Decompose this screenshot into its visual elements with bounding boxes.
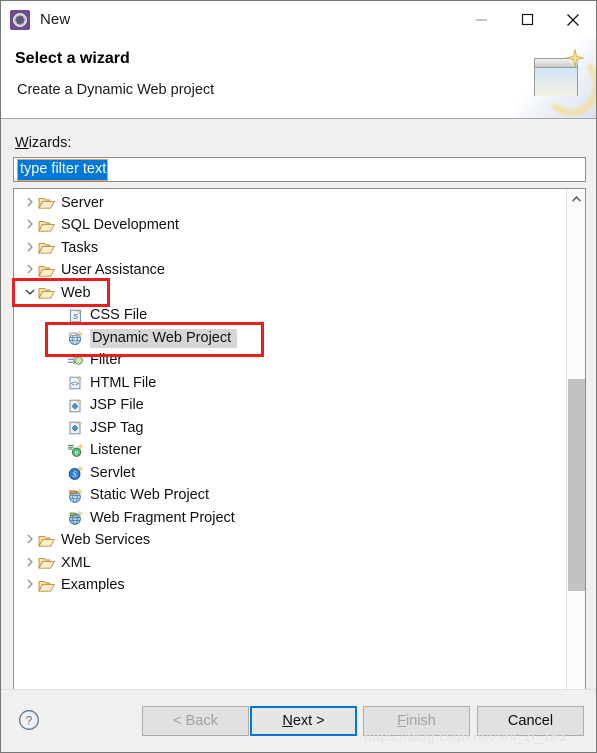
cancel-button-label: Cancel xyxy=(507,713,554,729)
tree-item-servlet[interactable]: S Servlet xyxy=(14,462,566,485)
tree-item-html-file[interactable]: <> HTML File xyxy=(14,372,566,395)
chevron-right-icon[interactable] xyxy=(22,219,38,232)
folder-icon xyxy=(38,578,56,594)
web-fragment-project-icon xyxy=(67,510,85,526)
tree-item-css-file[interactable]: S CSS File xyxy=(14,305,566,328)
chevron-right-icon[interactable] xyxy=(22,242,38,255)
svg-text:S: S xyxy=(73,312,78,321)
filter-input-value: type filter text xyxy=(17,158,109,181)
folder-icon xyxy=(38,263,56,279)
tree-item-user-assistance[interactable]: User Assistance xyxy=(14,260,566,283)
watermark: https://blog.csdn.net/shi_zi_183 xyxy=(364,728,567,744)
listener-icon: e xyxy=(67,442,85,459)
filter-input[interactable]: type filter text xyxy=(13,157,586,182)
tree-item-label: Static Web Project xyxy=(90,487,210,504)
tree-item-label: Server xyxy=(61,194,104,211)
tree-item-xml[interactable]: XML xyxy=(14,552,566,575)
scroll-up-button[interactable] xyxy=(567,189,585,208)
tree-item-label: Servlet xyxy=(90,464,136,481)
css-file-icon: S xyxy=(67,308,85,324)
wizard-tree-rows: Server SQL Development Tasks User Assistanc… xyxy=(14,189,566,597)
title-bar: New xyxy=(1,1,596,38)
tree-item-label: Filter xyxy=(90,352,123,369)
dynamic-web-project-icon xyxy=(67,330,85,346)
chevron-right-icon[interactable] xyxy=(22,264,38,277)
tree-item-label: Listener xyxy=(90,442,142,459)
folder-icon xyxy=(38,218,56,234)
folder-icon xyxy=(38,195,56,211)
new-wizard-dialog: New Select a wizard Create a Dynamic Web… xyxy=(0,0,597,753)
chevron-right-icon[interactable] xyxy=(22,197,38,210)
tree-item-label: SQL Development xyxy=(61,217,179,234)
html-file-icon: <> xyxy=(67,375,85,391)
tree-item-label: Web xyxy=(61,284,91,301)
tree-item-label: Dynamic Web Project xyxy=(90,328,238,348)
folder-icon xyxy=(38,555,56,571)
svg-text:?: ? xyxy=(26,713,33,727)
filter-icon xyxy=(67,352,85,369)
scrollbar-thumb[interactable] xyxy=(568,379,585,591)
minimize-icon[interactable] xyxy=(458,1,504,38)
folder-icon xyxy=(38,285,56,301)
wizard-tree[interactable]: Server SQL Development Tasks User Assistanc… xyxy=(13,188,586,737)
page-description: Create a Dynamic Web project xyxy=(17,82,215,98)
tree-vertical-scrollbar[interactable] xyxy=(566,189,585,736)
folder-icon xyxy=(38,533,56,549)
wizard-header: Select a wizard Create a Dynamic Web pro… xyxy=(1,38,596,119)
eclipse-new-wizard-icon xyxy=(10,9,30,30)
tree-item-web-fragment-project[interactable]: Web Fragment Project xyxy=(14,507,566,530)
tree-item-jsp-tag[interactable]: JSP Tag xyxy=(14,417,566,440)
tree-item-dynamic-web-project[interactable]: Dynamic Web Project xyxy=(14,327,566,350)
page-title: Select a wizard xyxy=(15,50,130,67)
tree-item-web[interactable]: Web xyxy=(14,282,566,305)
tree-item-server[interactable]: Server xyxy=(14,192,566,215)
tree-item-label: JSP File xyxy=(90,397,144,414)
tree-item-examples[interactable]: Examples xyxy=(14,575,566,598)
window-title: New xyxy=(40,11,71,28)
maximize-icon[interactable] xyxy=(504,1,550,38)
chevron-down-icon[interactable] xyxy=(22,288,38,299)
window-controls xyxy=(458,1,596,38)
back-button-label: < Back xyxy=(173,713,218,729)
tree-item-label: User Assistance xyxy=(61,262,165,279)
tree-item-label: Web Fragment Project xyxy=(90,509,235,526)
tree-item-label: Web Services xyxy=(61,532,151,549)
tree-item-label: JSP Tag xyxy=(90,419,144,436)
servlet-icon: S xyxy=(67,465,85,481)
next-button[interactable]: Next > xyxy=(250,706,357,736)
tree-item-label: Examples xyxy=(61,577,125,594)
chevron-right-icon[interactable] xyxy=(22,557,38,570)
web-project-sparkle-icon xyxy=(516,38,596,118)
folder-icon xyxy=(38,240,56,256)
tree-item-label: XML xyxy=(61,554,91,571)
chevron-right-icon[interactable] xyxy=(22,534,38,547)
tree-item-web-services[interactable]: Web Services xyxy=(14,530,566,553)
tree-item-listener[interactable]: e Listener xyxy=(14,440,566,463)
back-button[interactable]: < Back xyxy=(142,706,249,736)
close-icon[interactable] xyxy=(550,1,596,38)
static-web-project-icon xyxy=(67,488,85,504)
jsp-tag-icon xyxy=(67,420,85,436)
tree-item-jsp-file[interactable]: JSP File xyxy=(14,395,566,418)
tree-item-static-web-project[interactable]: Static Web Project xyxy=(14,485,566,508)
next-button-label: Next > xyxy=(282,713,325,729)
jsp-file-icon xyxy=(67,398,85,414)
tree-item-label: HTML File xyxy=(90,374,157,391)
tree-item-tasks[interactable]: Tasks xyxy=(14,237,566,260)
wizards-label: Wizards: xyxy=(15,135,72,151)
tree-item-label: CSS File xyxy=(90,307,148,324)
chevron-right-icon[interactable] xyxy=(22,579,38,592)
svg-text:S: S xyxy=(72,469,77,479)
svg-text:e: e xyxy=(75,449,79,456)
finish-button-label: Finish xyxy=(397,713,436,729)
tree-item-filter[interactable]: Filter xyxy=(14,350,566,373)
dialog-body: Wizards: type filter text Server SQL Deve… xyxy=(1,119,596,737)
tree-item-label: Tasks xyxy=(61,239,99,256)
help-question-icon[interactable]: ? xyxy=(18,709,40,731)
svg-text:<>: <> xyxy=(71,381,79,388)
tree-item-sql-development[interactable]: SQL Development xyxy=(14,215,566,238)
